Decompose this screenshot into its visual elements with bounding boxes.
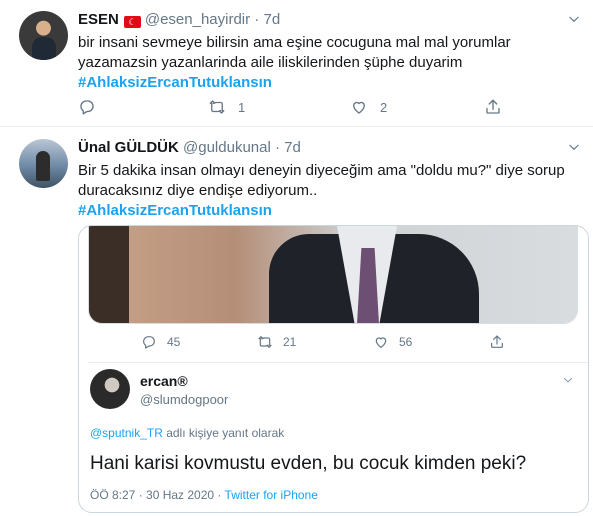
author-handle[interactable]: @esen_hayirdir [145,11,250,28]
quoted-reply-count-group: 45 [141,334,180,350]
tweet-header: Ünal GÜLDÜK @guldukunal · 7d [78,138,301,158]
like-icon [375,337,387,348]
chevron-down-icon[interactable] [567,140,581,154]
quoted-author-handle: @slumdogpoor [140,392,229,407]
avatar [90,369,130,409]
turkey-flag-icon: ☾ [123,16,141,28]
hashtag-link[interactable]: #AhlaksizErcanTutuklansın [78,73,578,93]
replying-mention: @sputnik_TR [90,426,163,440]
replying-to-line: @sputnik_TR adlı kişiye yanıt olarak [90,426,284,440]
tweet-text-line: bir insani sevmeye bilirsin ama eşine co… [78,34,511,51]
quoted-tweet-text: Hani karisi kovmustu evden, bu cocuk kim… [90,453,527,474]
avatar[interactable] [19,11,68,60]
author-name[interactable]: Ünal GÜLDÜK [78,139,179,156]
tweet-actions: 1 2 [78,98,518,118]
reply-icon [143,336,155,349]
tweet-text-line: Bir 5 dakika insan olmayı deneyin diyece… [78,162,565,179]
tweet[interactable]: ESEN ☾ @esen_hayirdir · 7d bir insani sevm… [0,0,593,127]
retweet-button[interactable]: 1 [208,98,245,116]
reply-button[interactable] [78,98,108,116]
divider [88,362,588,363]
reply-icon [80,100,94,115]
quoted-timestamp: ÖÖ 8:27 · 30 Haz 2020 · [90,488,225,502]
share-icon [486,99,500,114]
share-button[interactable] [484,98,514,116]
quoted-tweet-actions: 45 21 56 [141,334,571,352]
attached-screenshot-image[interactable]: 45 21 56 ercan® @slumdogpoor @sputnik_TR… [78,225,589,513]
replying-suffix: adlı kişiye yanıt olarak [162,426,285,440]
tweet-text-line: yazamazsin yazanlarinda aile iliskilerin… [78,54,463,71]
chevron-down-icon [564,378,572,383]
quoted-like-count-group: 56 [373,334,412,350]
quoted-author-name: ercan® [140,373,188,389]
like-icon [353,101,365,114]
tweet-text: bir insani sevmeye bilirsin ama eşine co… [78,33,578,93]
reply-count: 45 [167,335,181,349]
share-icon [491,335,503,348]
quoted-photo [88,226,578,324]
author-handle[interactable]: @guldukunal [183,139,271,156]
retweet-count: 1 [238,99,246,115]
retweet-icon [258,336,272,348]
like-count: 56 [399,335,413,349]
chevron-down-icon[interactable] [567,12,581,26]
like-button[interactable]: 2 [350,98,387,116]
separator-dot: · [274,139,280,156]
quoted-retweet-count-group: 21 [257,334,296,350]
hashtag-link[interactable]: #AhlaksizErcanTutuklansın [78,201,578,221]
quoted-source: Twitter for iPhone [224,488,318,502]
author-name[interactable]: ESEN [78,11,119,28]
tweet-text: Bir 5 dakika insan olmayı deneyin diyece… [78,161,578,221]
separator-dot: · [254,11,260,28]
tweet-time[interactable]: 7d [263,11,280,28]
avatar[interactable] [19,139,68,188]
quoted-tweet-meta: ÖÖ 8:27 · 30 Haz 2020 · Twitter for iPho… [90,488,318,502]
retweet-count: 21 [283,335,297,349]
like-count: 2 [380,99,388,115]
tweet-time[interactable]: 7d [284,139,301,156]
tweet-header: ESEN ☾ @esen_hayirdir · 7d [78,10,280,30]
tweet-text-line: duracaksınız diye endişe ediyorum.. [78,182,318,199]
retweet-icon [209,100,225,114]
tweet[interactable]: Ünal GÜLDÜK @guldukunal · 7d Bir 5 dakik… [0,128,593,516]
quoted-share-group [489,334,515,350]
